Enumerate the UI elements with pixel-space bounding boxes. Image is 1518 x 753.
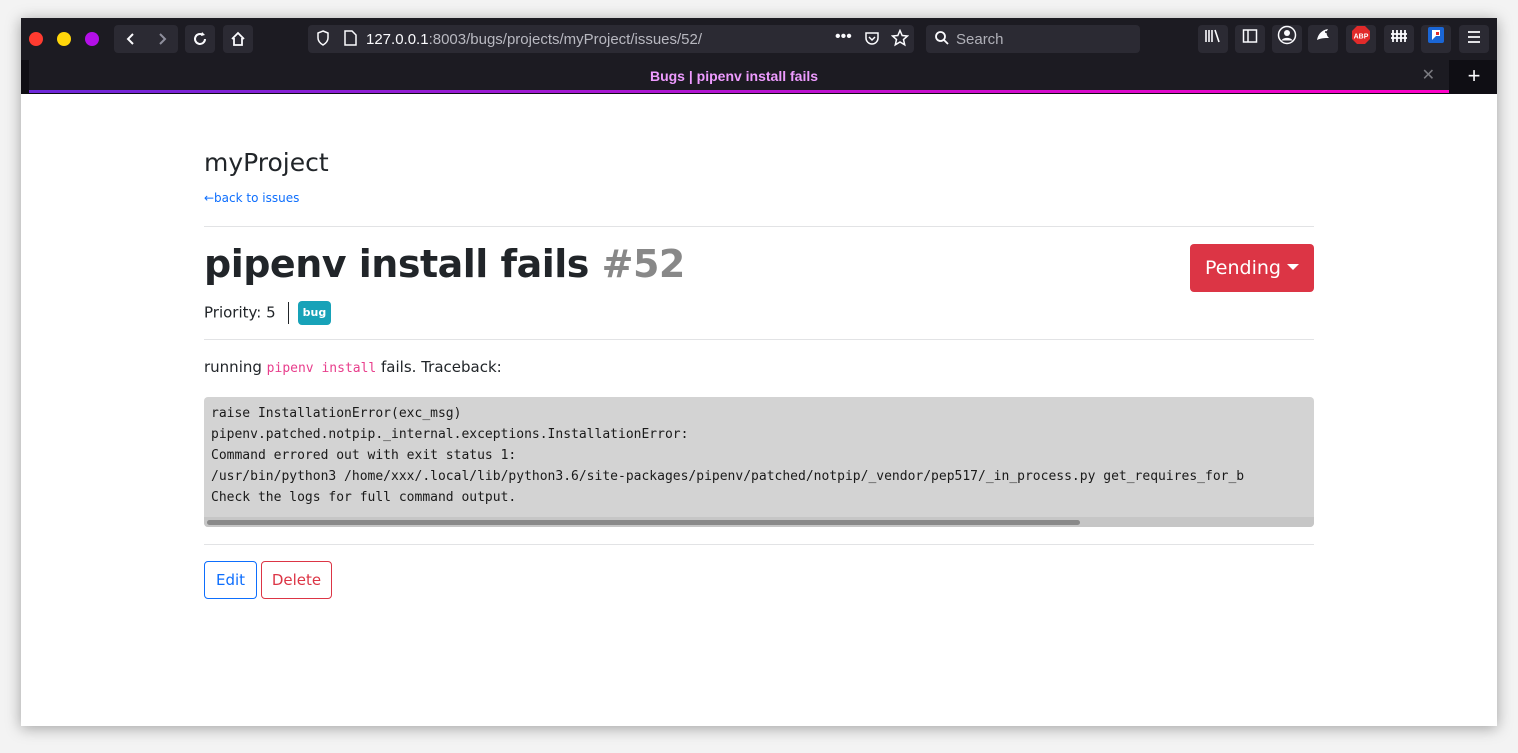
maximize-window-button[interactable] xyxy=(85,32,99,46)
issue-description: running pipenv install fails. Traceback: xyxy=(204,358,502,376)
horizontal-scrollbar[interactable] xyxy=(204,517,1314,527)
tab-active[interactable]: Bugs | pipenv install fails ✕ xyxy=(29,60,1449,93)
url-bar[interactable]: 127.0.0.1:8003/bugs/projects/myProject/i… xyxy=(308,25,914,53)
code-lines: raise InstallationError(exc_msg) pipenv.p… xyxy=(211,403,1244,508)
code-line: Check the logs for full command output. xyxy=(211,490,517,505)
page-actions-icon[interactable]: ••• xyxy=(835,28,852,46)
account-icon[interactable] xyxy=(1272,25,1302,53)
back-icon[interactable] xyxy=(116,25,146,53)
code-line: Command errored out with exit status 1: xyxy=(211,448,517,463)
tab-strip: Bugs | pipenv install fails ✕ + xyxy=(21,60,1497,94)
forward-icon[interactable] xyxy=(147,25,177,53)
description-inline-code: pipenv install xyxy=(266,361,377,376)
page-content: myProject ←back to issues pipenv install… xyxy=(204,94,1314,726)
browser-window: 127.0.0.1:8003/bugs/projects/myProject/i… xyxy=(21,18,1497,726)
meta-separator xyxy=(287,302,289,324)
divider xyxy=(204,226,1314,227)
shield-icon[interactable] xyxy=(316,30,330,51)
sidebar-icon[interactable] xyxy=(1235,25,1265,53)
page-icon xyxy=(344,30,357,51)
code-line: pipenv.patched.notpip._internal.exceptio… xyxy=(211,427,689,442)
priority-text: Priority: 5 xyxy=(204,303,276,322)
search-placeholder: Search xyxy=(956,31,1004,48)
delete-button[interactable]: Delete xyxy=(261,561,332,599)
url-host: 127.0.0.1 xyxy=(366,31,429,48)
traceback-code-block[interactable]: raise InstallationError(exc_msg) pipenv.p… xyxy=(204,397,1314,527)
description-prefix: running xyxy=(204,358,262,376)
back-to-issues-link[interactable]: ←back to issues xyxy=(204,191,299,205)
issue-heading: pipenv install fails #52 xyxy=(204,242,685,286)
pocket-icon[interactable] xyxy=(864,30,880,51)
status-label: Pending xyxy=(1205,257,1281,279)
minimize-window-button[interactable] xyxy=(57,32,71,46)
status-dropdown-button[interactable]: Pending xyxy=(1190,244,1314,292)
extension-bird-icon[interactable] xyxy=(1308,25,1338,53)
extension-fence-icon[interactable] xyxy=(1384,25,1414,53)
url-text[interactable]: 127.0.0.1:8003/bugs/projects/myProject/i… xyxy=(366,31,702,48)
issue-meta: Priority: 5 bug xyxy=(204,301,332,325)
tab-title: Bugs | pipenv install fails xyxy=(649,68,819,84)
new-tab-icon[interactable]: + xyxy=(1461,63,1487,89)
project-title: myProject xyxy=(204,148,329,177)
adblock-plus-icon[interactable]: ABP xyxy=(1346,25,1376,53)
search-icon xyxy=(934,30,950,51)
caret-down-icon xyxy=(1286,263,1299,270)
library-icon[interactable] xyxy=(1198,25,1228,53)
adblock-plus-label: ABP xyxy=(1354,34,1369,41)
issue-number: #52 xyxy=(601,242,686,286)
code-line: /usr/bin/python3 /home/xxx/.local/lib/py… xyxy=(211,469,1245,484)
bookmark-star-icon[interactable] xyxy=(890,28,910,52)
divider xyxy=(204,544,1314,545)
search-bar[interactable]: Search xyxy=(926,25,1140,53)
code-line: raise InstallationError(exc_msg) xyxy=(211,406,462,421)
issue-title: pipenv install fails xyxy=(204,242,589,286)
divider xyxy=(204,339,1314,340)
description-suffix: fails. Traceback: xyxy=(381,358,502,376)
reload-icon[interactable] xyxy=(185,25,215,53)
browser-toolbar: 127.0.0.1:8003/bugs/projects/myProject/i… xyxy=(21,18,1497,60)
edit-button[interactable]: Edit xyxy=(204,561,257,599)
scrollbar-thumb[interactable] xyxy=(207,520,1080,525)
menu-icon[interactable] xyxy=(1459,25,1489,53)
tag-badge: bug xyxy=(297,301,332,325)
nav-group xyxy=(114,25,178,53)
close-window-button[interactable] xyxy=(29,32,43,46)
url-path: :8003/bugs/projects/myProject/issues/52/ xyxy=(428,31,703,48)
home-icon[interactable] xyxy=(223,25,253,53)
extension-flag-icon[interactable] xyxy=(1421,25,1451,53)
tab-close-icon[interactable]: ✕ xyxy=(1422,65,1435,85)
